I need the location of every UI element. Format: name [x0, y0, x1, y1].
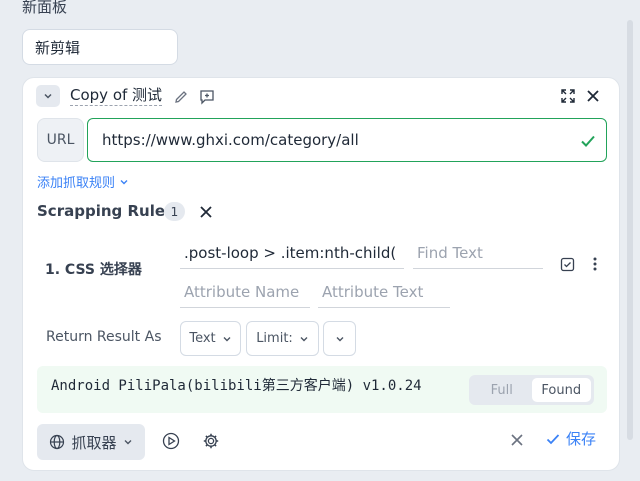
more-options-icon[interactable] [587, 255, 603, 273]
chevron-down-icon [223, 336, 231, 341]
return-result-label: Return Result As [46, 329, 162, 345]
limit-value-select[interactable] [323, 321, 356, 356]
attribute-name-input[interactable]: Attribute Name [180, 278, 310, 308]
clear-rules-icon[interactable] [197, 203, 215, 221]
attribute-text-input[interactable]: Attribute Text [318, 278, 450, 308]
play-icon[interactable] [161, 431, 181, 451]
find-text-input[interactable]: Find Text [413, 239, 543, 269]
gear-icon[interactable] [201, 431, 221, 451]
rule-label: 1. CSS 选择器 [45, 262, 142, 278]
extractor-button[interactable]: 抓取器 [37, 424, 145, 460]
result-text: Android PiliPala(bilibili第三方客户端) v1.0.24 [51, 378, 422, 394]
rules-title: Scrapping Rules [37, 202, 174, 220]
chevron-down-icon [44, 93, 52, 99]
checkbox-icon[interactable] [558, 255, 576, 273]
mode-full-option[interactable]: Full [472, 378, 532, 402]
add-rule-label: 添加抓取规则 [37, 176, 116, 191]
close-icon[interactable] [583, 86, 603, 106]
result-mode-toggle[interactable]: Full Found [469, 375, 594, 405]
chevron-down-icon [124, 440, 131, 445]
mode-found-option[interactable]: Found [531, 378, 591, 402]
scrollbar[interactable] [627, 20, 633, 440]
collapse-button[interactable] [36, 85, 60, 107]
return-type-value: Text [189, 331, 216, 346]
limit-label: Limit: [256, 331, 293, 346]
limit-select[interactable]: Limit: [246, 321, 319, 356]
panel-title: 新面板 [22, 0, 68, 16]
expand-icon[interactable] [558, 86, 578, 106]
save-label: 保存 [566, 430, 597, 448]
globe-icon [50, 434, 65, 450]
cancel-icon[interactable] [507, 430, 527, 450]
check-icon [578, 131, 598, 151]
rules-count-badge: 1 [164, 202, 185, 221]
chevron-down-icon [300, 336, 308, 341]
url-input[interactable]: https://www.ghxi.com/category/all [87, 118, 607, 162]
extractor-label: 抓取器 [71, 433, 117, 452]
pencil-icon[interactable] [172, 88, 190, 106]
comment-icon[interactable] [197, 87, 217, 107]
url-label: URL [37, 118, 84, 162]
return-type-select[interactable]: Text [180, 321, 241, 356]
save-button[interactable]: 保存 [545, 428, 596, 449]
card-title[interactable]: Copy of 测试 [70, 86, 163, 106]
chevron-down-icon [336, 336, 343, 341]
chevron-down-icon [120, 179, 128, 184]
check-icon [546, 433, 560, 444]
add-rule-link[interactable]: 添加抓取规则 [37, 172, 129, 191]
selector-input[interactable]: .post-loop > .item:nth-child( [180, 239, 404, 269]
clip-name-input[interactable]: 新剪辑 [22, 29, 178, 65]
